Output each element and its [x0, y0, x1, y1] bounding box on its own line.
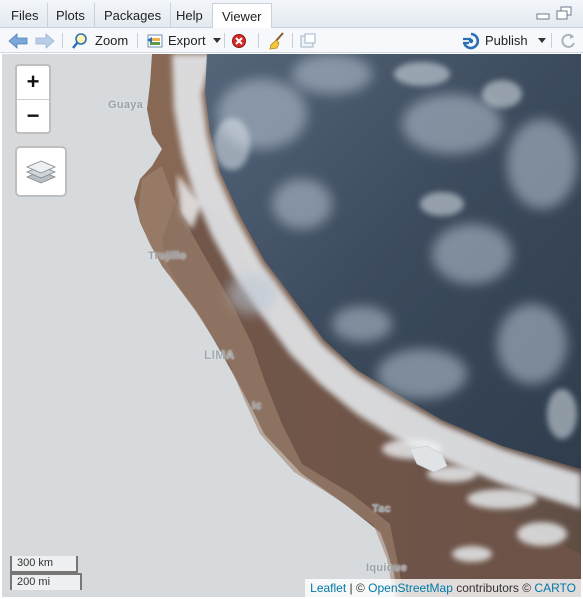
city-label-guayaquil: Guaya: [108, 99, 144, 111]
back-button[interactable]: [8, 30, 28, 51]
layers-icon: [25, 160, 57, 183]
tab-files[interactable]: Files: [2, 3, 49, 28]
city-label-lima: LIMA: [204, 348, 235, 362]
satellite-imagery[interactable]: [2, 54, 581, 597]
tab-plots[interactable]: Plots: [47, 3, 95, 28]
zoom-magnifier-icon: [72, 32, 87, 49]
minimize-icon[interactable]: [536, 8, 550, 20]
back-arrow-icon: [8, 32, 28, 49]
refresh-icon: [561, 33, 575, 48]
clear-button[interactable]: [231, 30, 247, 51]
openstreetmap-link[interactable]: OpenStreetMap: [368, 581, 453, 595]
city-label-trujillo: Trujillo: [148, 250, 187, 262]
attribution-contributors: contributors ©: [452, 581, 535, 595]
leaflet-link[interactable]: Leaflet: [310, 581, 346, 595]
popout-button[interactable]: [299, 30, 317, 51]
zoom-label: Zoom: [95, 33, 129, 48]
zoom-in-button[interactable]: +: [17, 66, 49, 99]
layers-control-button[interactable]: [15, 146, 67, 197]
forward-button[interactable]: [35, 30, 55, 51]
zoom-control: + −: [15, 64, 51, 134]
export-label: Export: [168, 33, 206, 48]
publish-label: Publish: [485, 33, 528, 48]
chevron-down-icon: [212, 37, 221, 43]
publish-button[interactable]: Publish: [461, 30, 546, 51]
viewer-toolbar: Zoom Export Publish: [0, 28, 583, 53]
leaflet-map[interactable]: Guaya Trujillo LIMA Ic Tac Iquique + − 3…: [2, 54, 581, 597]
scale-bar-km: 300 km: [10, 556, 78, 573]
clear-icon: [232, 33, 246, 48]
attribution-separator: | ©: [346, 581, 369, 595]
broom-icon: [269, 31, 284, 49]
tab-packages[interactable]: Packages: [95, 3, 172, 28]
scale-bar-mi: 200 mi: [10, 573, 82, 590]
pane-tabbar: Files Plots Packages Help Viewer: [0, 0, 583, 29]
city-label-tacna: Tac: [372, 503, 392, 515]
popout-icon: [300, 33, 316, 47]
maximize-icon[interactable]: [556, 6, 572, 20]
clear-all-button[interactable]: [268, 30, 286, 51]
tab-viewer[interactable]: Viewer: [212, 3, 272, 29]
zoom-button[interactable]: Zoom: [71, 30, 128, 51]
publish-icon: [463, 32, 480, 49]
chevron-down-icon: [537, 37, 546, 43]
export-icon: [147, 34, 163, 47]
export-button[interactable]: Export: [146, 30, 221, 51]
city-label-ica: Ic: [252, 400, 262, 412]
city-label-iquique: Iquique: [366, 562, 408, 574]
forward-arrow-icon: [35, 32, 55, 49]
zoom-out-button[interactable]: −: [17, 99, 49, 132]
tab-help[interactable]: Help: [167, 3, 213, 28]
map-attribution: Leaflet | © OpenStreetMap contributors ©…: [305, 579, 581, 597]
carto-link[interactable]: CARTO: [534, 581, 576, 595]
refresh-button[interactable]: [559, 30, 577, 51]
